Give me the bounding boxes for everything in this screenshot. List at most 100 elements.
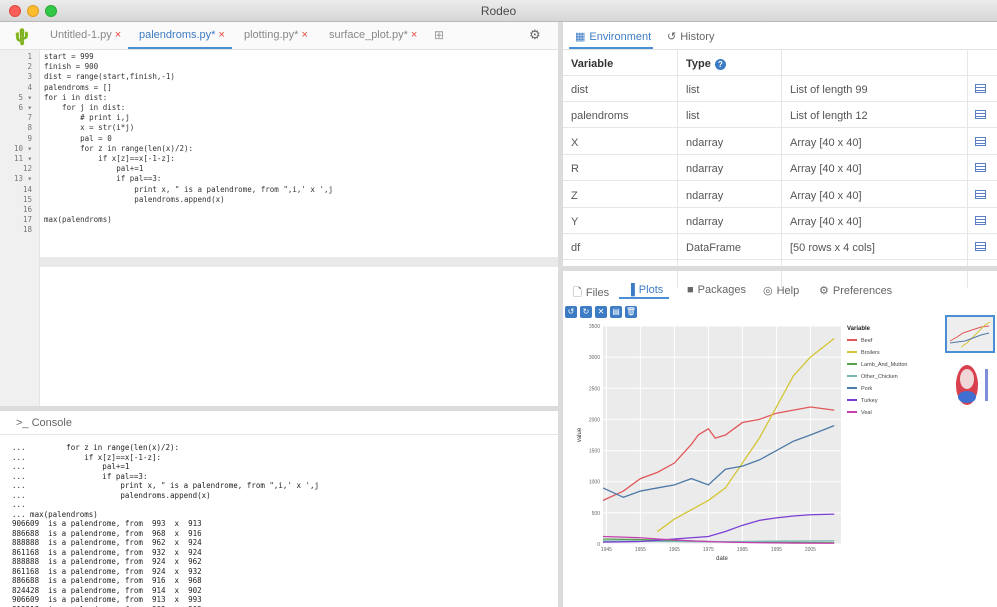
- legend-label: Other_Chicken: [861, 374, 898, 380]
- view-table-icon[interactable]: [975, 136, 986, 146]
- plot-panel: [603, 326, 841, 544]
- gear-icon[interactable]: ⚙: [529, 27, 541, 43]
- code-line: pal+=1: [44, 164, 144, 174]
- code-editor[interactable]: 12345 ▾ 6 ▾ 7 8 9 10 ▾ 11 ▾ 12 13 ▾ 14 15 16 17 18 st…: [0, 50, 558, 406]
- cell-variable: Y: [571, 216, 579, 228]
- cell-value: List of length 12: [790, 110, 868, 123]
- new-tab-icon[interactable]: ⊞: [434, 28, 444, 42]
- cell-variable: palendroms: [571, 110, 629, 123]
- tab-plots[interactable]: ▐ Plots: [627, 284, 663, 296]
- history-icon: ↺: [667, 31, 677, 43]
- console-line: ... if pal==3:: [12, 471, 148, 481]
- console-output[interactable]: ... for z in range(len(x)/2):... if x[z]…: [0, 435, 558, 607]
- environment-table: Variable Type? dist list List of length 99…: [563, 50, 997, 288]
- editor-tab-untitled[interactable]: Untitled-1.py ×: [50, 29, 121, 41]
- table-row[interactable]: dist list List of length 99: [563, 76, 997, 102]
- y-tick-label: 3500: [589, 324, 600, 330]
- undo-icon[interactable]: ↺: [565, 306, 577, 318]
- tab-history[interactable]: ↺ History: [667, 30, 714, 43]
- line-number: 11 ▾: [13, 154, 32, 163]
- redo-icon[interactable]: ↻: [580, 306, 592, 318]
- legend-label: Lamb_And_Mutton: [861, 362, 907, 368]
- cell-type: ndarray: [686, 163, 724, 176]
- legend-label: Beef: [861, 338, 873, 344]
- line-number: 18: [22, 225, 32, 235]
- view-table-icon[interactable]: [975, 189, 986, 199]
- file-icon: 🗋: [573, 287, 582, 299]
- legend-label: Broilers: [861, 350, 880, 356]
- lifebuoy-icon: ◎: [763, 285, 773, 297]
- line-number: 10 ▾: [13, 143, 32, 153]
- table-header-row: Variable Type?: [563, 50, 997, 76]
- column-divider: [967, 50, 968, 288]
- tab-help[interactable]: ◎ Help: [763, 284, 799, 297]
- console-line: ... max(palendroms): [12, 509, 98, 519]
- editor-tab-plotting[interactable]: plotting.py* ×: [244, 29, 308, 41]
- x-tick-label: 1955: [635, 547, 646, 553]
- plot-thumbnail-surface[interactable]: [945, 359, 995, 411]
- table-row[interactable]: Rndarray Array [40 x 40]: [563, 155, 997, 182]
- cell-type: ndarray: [686, 216, 724, 228]
- table-row[interactable]: Yndarray Array [40 x 40]: [563, 208, 997, 234]
- line-number: 2: [27, 62, 32, 72]
- editor-tab-surface-plot[interactable]: surface_plot.py* ×: [329, 29, 417, 41]
- close-tab-icon[interactable]: ×: [115, 29, 121, 41]
- code-line: print x, " is a palendrome, from ",i,' x…: [44, 184, 333, 194]
- tab-files[interactable]: 🗋 Files: [573, 284, 609, 303]
- current-line-highlight: [0, 257, 558, 267]
- close-plot-icon[interactable]: ✕: [595, 306, 607, 318]
- tab-preferences[interactable]: ⚙ Preferences: [819, 284, 892, 297]
- active-tab-indicator: [128, 47, 232, 49]
- close-tab-icon[interactable]: ×: [411, 29, 417, 41]
- line-number: 16: [22, 205, 32, 214]
- active-tab-indicator: [569, 47, 653, 49]
- x-tick-label: 2005: [805, 547, 816, 553]
- y-tick-label: 0: [597, 542, 600, 548]
- right-pane-splitter[interactable]: [563, 266, 997, 271]
- legend-label: Turkey: [861, 398, 878, 404]
- console-line: ... print x, " is a palendrome, from ",i…: [12, 481, 320, 490]
- save-plot-icon[interactable]: ▤: [610, 306, 622, 318]
- view-table-icon[interactable]: [975, 110, 986, 120]
- cell-type: ndarray: [686, 136, 724, 149]
- line-number: 13 ▾: [13, 174, 32, 184]
- x-tick-label: 1945: [601, 547, 612, 553]
- cell-variable: R: [571, 163, 579, 176]
- table-row[interactable]: df DataFrame [50 rows x 4 cols]: [563, 234, 997, 261]
- y-tick-label: 500: [592, 511, 601, 517]
- code-line: palendroms.append(x): [44, 194, 225, 204]
- header-type-label: Type: [686, 58, 711, 70]
- table-row[interactable]: palendroms list List of length 12: [563, 102, 997, 129]
- tab-label: Files: [585, 287, 610, 299]
- view-table-icon[interactable]: [975, 242, 986, 252]
- view-table-icon[interactable]: [975, 84, 986, 93]
- trash-icon[interactable]: 🗑: [625, 306, 637, 318]
- console-line: 906609 is a palendrome, from 913 x 993: [12, 595, 202, 604]
- help-icon[interactable]: ?: [714, 58, 726, 70]
- view-table-icon[interactable]: [975, 163, 986, 173]
- close-tab-icon[interactable]: ×: [301, 29, 307, 41]
- code-line: pal = 0: [44, 133, 112, 143]
- editor-tab-palendroms[interactable]: palendroms.py* ×: [139, 29, 225, 41]
- console-line: 824428 is a palendrome, from 914 x 902: [12, 585, 202, 595]
- console-line: 888888 is a palendrome, from 924 x 962: [12, 557, 202, 566]
- bar-chart-icon: ▐: [627, 284, 635, 296]
- tab-label: Preferences: [832, 285, 893, 297]
- x-tick-label: 1985: [737, 547, 748, 553]
- console-line: ...: [12, 500, 26, 509]
- console-line: 861168 is a palendrome, from 932 x 924: [12, 547, 202, 557]
- tab-environment[interactable]: ▦ Environment: [575, 30, 651, 43]
- plot-canvas: 0 500 1000 1500 2000 2500 3000 3500 1945 1955 1965…: [577, 324, 907, 562]
- cell-type: ndarray: [686, 189, 724, 202]
- tab-label: Environment: [589, 31, 652, 43]
- close-tab-icon[interactable]: ×: [218, 29, 224, 41]
- table-row[interactable]: Xndarray Array [40 x 40]: [563, 129, 997, 155]
- table-row[interactable]: Zndarray Array [40 x 40]: [563, 182, 997, 208]
- line-number: 5 ▾: [18, 92, 32, 102]
- tab-packages[interactable]: ■ Packages: [687, 284, 746, 296]
- plot-thumbnail-line[interactable]: [945, 315, 995, 353]
- view-table-icon[interactable]: [975, 216, 986, 225]
- console-line: 906609 is a palendrome, from 993 x 913: [12, 519, 202, 528]
- console-line: ... pal+=1: [12, 462, 130, 471]
- console-line: 861168 is a palendrome, from 924 x 932: [12, 566, 202, 576]
